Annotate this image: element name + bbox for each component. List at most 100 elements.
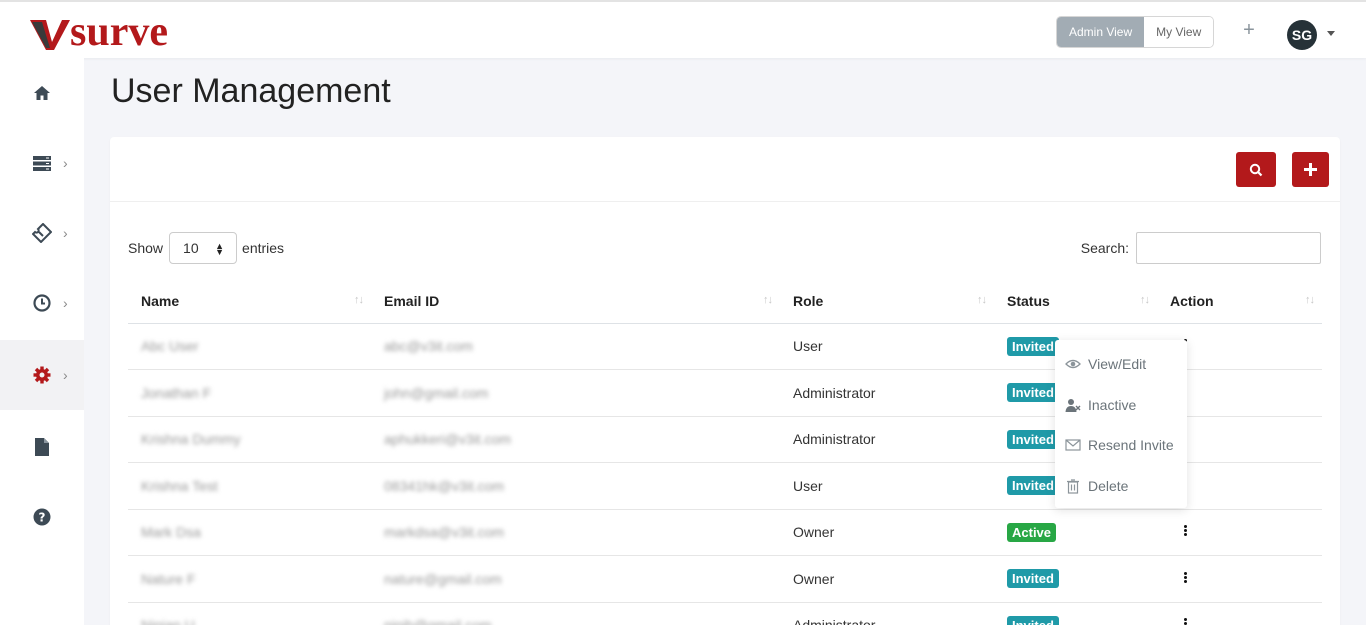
sidebar-item-help[interactable]: ?: [0, 482, 84, 552]
table-header-row: Name ↑↓ Email ID ↑↓ Role ↑↓ Status ↑↓ Action…: [128, 280, 1322, 324]
sort-icon: ↑↓: [354, 294, 364, 306]
user-name: Mark Dsa: [128, 509, 371, 556]
user-email: aphukkeri@v3it.com: [371, 416, 780, 463]
sidebar: › › › › ?: [0, 58, 84, 625]
menu-item-label: Delete: [1088, 477, 1129, 494]
svg-text:?: ?: [39, 511, 46, 525]
column-header-name[interactable]: Name ↑↓: [128, 280, 371, 324]
plus-icon: [1304, 163, 1317, 176]
sidebar-item-history[interactable]: ›: [0, 268, 84, 338]
eye-icon: [1065, 360, 1081, 369]
chevron-right-icon: ›: [63, 295, 68, 311]
user-role: Owner: [780, 509, 994, 556]
chevron-right-icon: ›: [63, 367, 68, 383]
table-row: Nature F nature@gmail.com Owner Invited: [128, 555, 1322, 603]
file-icon: [35, 438, 49, 456]
page-title: User Management: [111, 72, 391, 110]
status-badge: Invited: [1007, 429, 1059, 449]
plus-icon[interactable]: +: [1240, 20, 1258, 40]
card-header: [110, 137, 1340, 202]
top-bar: surve Admin View My View + SG: [0, 0, 1366, 58]
search-icon: [1249, 163, 1263, 176]
user-email: nature@gmail.com: [371, 555, 780, 603]
add-user-button[interactable]: [1292, 152, 1329, 187]
sidebar-item-home[interactable]: [0, 58, 84, 128]
sort-icon: ↑↓: [1305, 294, 1315, 306]
view-toggle: Admin View My View: [1056, 16, 1215, 48]
menu-item-label: Inactive: [1088, 396, 1137, 413]
status-badge: Invited: [1007, 336, 1059, 356]
search-button[interactable]: [1236, 152, 1276, 187]
column-header-action[interactable]: Action ↑↓: [1157, 280, 1322, 324]
chevron-right-icon: ›: [63, 225, 68, 241]
search-input[interactable]: [1136, 232, 1321, 264]
user-email: markdsa@v3it.com: [371, 509, 780, 556]
user-name: Jonathan F: [128, 369, 371, 417]
status-badge: Invited: [1007, 476, 1059, 496]
ticket-icon: [32, 223, 52, 243]
home-icon: [34, 86, 50, 100]
status-badge: Invited: [1007, 383, 1059, 403]
user-name: Abc User: [128, 323, 371, 370]
entries-label: entries: [242, 240, 285, 256]
column-header-role[interactable]: Role ↑↓: [780, 280, 994, 324]
logo-text: surve: [70, 9, 168, 55]
kebab-menu-icon[interactable]: [1182, 617, 1188, 625]
kebab-menu-icon[interactable]: [1182, 571, 1188, 584]
admin-view-button[interactable]: Admin View: [1057, 17, 1145, 47]
menu-item-inactive[interactable]: Inactive: [1055, 385, 1187, 426]
chevron-right-icon: ›: [63, 155, 68, 171]
user-email: 08341hk@v3it.com: [371, 462, 780, 510]
page-length-control: Show 10 ▲ ▼ entries: [128, 232, 284, 264]
menu-item-delete[interactable]: Delete: [1055, 466, 1187, 507]
user-role: Administrator: [780, 416, 994, 463]
avatar[interactable]: SG: [1287, 20, 1317, 50]
status-badge: Invited: [1007, 569, 1059, 589]
entries-value: 10: [183, 240, 199, 256]
entries-select[interactable]: 10 ▲ ▼: [169, 232, 238, 264]
user-name: Ninjan U: [128, 602, 371, 625]
vsurve-logo[interactable]: surve: [30, 9, 168, 55]
menu-item-resend-invite[interactable]: Resend Invite: [1055, 425, 1187, 466]
user-role: Administrator: [780, 602, 994, 625]
question-icon: ?: [33, 508, 51, 526]
server-list-icon: [33, 156, 51, 171]
user-email: ninjh@gmail.com: [371, 602, 780, 625]
table-search: Search:: [1081, 232, 1321, 264]
row-action-menu: View/Edit Inactive Resend Invite Delete: [1055, 340, 1187, 508]
menu-item-view-edit[interactable]: View/Edit: [1055, 344, 1187, 385]
user-name: Krishna Test: [128, 462, 371, 510]
menu-item-label: Resend Invite: [1088, 437, 1174, 454]
column-header-status[interactable]: Status ↑↓: [994, 280, 1157, 324]
user-role: User: [780, 323, 994, 370]
table-row: Ninjan U ninjh@gmail.com Administrator I…: [128, 602, 1322, 625]
user-remove-icon: [1065, 398, 1081, 412]
menu-item-label: View/Edit: [1088, 356, 1147, 373]
my-view-button[interactable]: My View: [1144, 17, 1214, 47]
search-label: Search:: [1080, 240, 1129, 256]
clock-icon: [33, 294, 51, 312]
sort-icon: ↑↓: [977, 294, 987, 306]
sidebar-item-list[interactable]: ›: [0, 128, 84, 198]
status-badge: Invited: [1007, 615, 1059, 625]
user-email: john@gmail.com: [371, 369, 780, 417]
logo-v-mark: [30, 20, 70, 50]
sort-icon: ↑↓: [763, 294, 773, 306]
sidebar-item-documents[interactable]: [0, 412, 84, 482]
column-header-email[interactable]: Email ID ↑↓: [371, 280, 780, 324]
user-role: Owner: [780, 555, 994, 603]
sidebar-item-settings[interactable]: ›: [0, 340, 84, 410]
user-email: abc@v3it.com: [371, 323, 780, 370]
user-role: User: [780, 462, 994, 510]
sort-icon: ↑↓: [1140, 294, 1150, 306]
status-badge: Active: [1007, 522, 1057, 542]
kebab-menu-icon[interactable]: [1182, 524, 1188, 537]
sidebar-item-tickets[interactable]: ›: [0, 198, 84, 268]
caret-down-icon[interactable]: [1327, 31, 1335, 36]
table-row: Mark Dsa markdsa@v3it.com Owner Active: [128, 509, 1322, 556]
user-role: Administrator: [780, 369, 994, 417]
user-name: Nature F: [128, 555, 371, 603]
envelope-icon: [1065, 439, 1081, 451]
trash-icon: [1067, 479, 1079, 494]
user-name: Krishna Dummy: [128, 416, 371, 463]
